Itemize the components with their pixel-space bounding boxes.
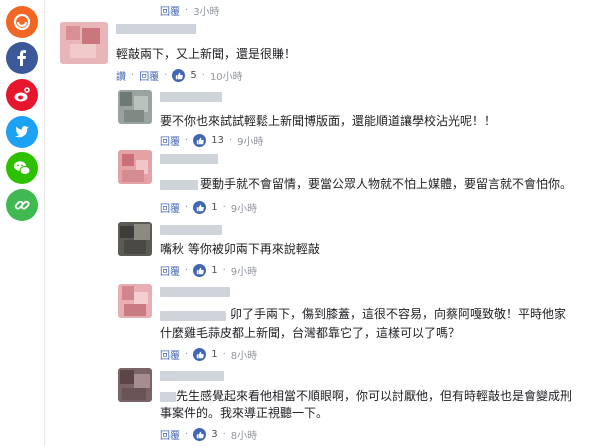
separator: · — [222, 429, 226, 440]
avatar[interactable] — [118, 284, 152, 318]
separator: · — [222, 265, 226, 276]
commenter-name[interactable] — [160, 154, 218, 164]
commenter-name[interactable] — [160, 92, 222, 102]
thumbs-up-icon — [193, 201, 207, 214]
avatar[interactable] — [118, 368, 152, 402]
like-count[interactable]: 3 — [211, 429, 217, 440]
comment-actions: 回覆 · 3 · 8小時 — [160, 427, 257, 442]
wechat-icon[interactable] — [6, 152, 38, 184]
mentioned-name[interactable] — [160, 180, 198, 190]
weibo-alt-icon[interactable] — [6, 6, 38, 38]
link-icon[interactable] — [6, 189, 38, 221]
commenter-name[interactable] — [160, 371, 224, 381]
share-divider — [44, 0, 45, 446]
comment-actions: 回覆 · 13 · 9小時 — [160, 133, 263, 148]
mentioned-name[interactable] — [160, 392, 176, 402]
like-count[interactable]: 13 — [211, 135, 224, 146]
comment-actions: 回覆 · 3小時 — [160, 3, 220, 18]
weibo-icon[interactable] — [6, 79, 38, 111]
like-count[interactable]: 1 — [211, 349, 217, 360]
separator: · — [222, 349, 226, 360]
comment-actions: 讚 · 回覆 · 5 · 10小時 — [116, 68, 243, 83]
timestamp[interactable]: 8小時 — [231, 427, 257, 442]
comment-text-line2: 什麼雞毛蒜皮都上新聞，台灣都靠它了，這樣可以了嗎？ — [160, 326, 461, 340]
like-count[interactable]: 5 — [190, 70, 196, 81]
comment-text: 輕敲兩下，又上新聞，還是很賺！ — [116, 47, 297, 61]
facebook-icon[interactable] — [6, 42, 38, 74]
separator: · — [201, 70, 205, 81]
timestamp[interactable]: 9小時 — [237, 133, 263, 148]
commenter-name[interactable] — [160, 225, 222, 235]
comment-actions: 回覆 · 1 · 8小時 — [160, 347, 257, 362]
reply-link[interactable]: 回覆 — [160, 133, 180, 148]
twitter-icon[interactable] — [6, 116, 38, 148]
comment-actions: 回覆 · 1 · 9小時 — [160, 263, 257, 278]
comment-text: 嘴秋 等你被卯兩下再來說輕敲 — [160, 242, 320, 256]
separator: · — [185, 135, 189, 146]
timestamp[interactable]: 9小時 — [231, 200, 257, 215]
comment-text: 要不你也來試試輕鬆上新聞博版面，還能順道讓學校沾光呢！！ — [160, 114, 497, 128]
separator: · — [185, 5, 189, 16]
timestamp[interactable]: 10小時 — [210, 68, 243, 83]
like-count[interactable]: 1 — [211, 202, 217, 213]
comment-text: 要動手就不會留情，要當公眾人物就不怕上媒體，要留言就不會怕你。 — [200, 177, 573, 191]
comment-text-line1: 先生感覺起來看他相當不順眼啊，你可以討厭他，但有時輕敲也是會變成刑 — [176, 389, 573, 403]
reply-link[interactable]: 回覆 — [160, 263, 180, 278]
thumbs-up-icon — [193, 348, 207, 361]
reply-link[interactable]: 回覆 — [160, 200, 180, 215]
avatar[interactable] — [60, 22, 108, 64]
separator: · — [185, 429, 189, 440]
like-link[interactable]: 讚 — [116, 68, 126, 83]
avatar[interactable] — [118, 90, 152, 124]
separator: · — [185, 265, 189, 276]
timestamp[interactable]: 8小時 — [231, 347, 257, 362]
reply-link[interactable]: 回覆 — [160, 3, 180, 18]
reply-link[interactable]: 回覆 — [160, 347, 180, 362]
commenter-name[interactable] — [116, 24, 196, 34]
thumbs-up-icon — [172, 69, 186, 82]
separator: · — [131, 70, 135, 81]
separator: · — [222, 202, 226, 213]
thumbs-up-icon — [193, 428, 207, 441]
timestamp[interactable]: 9小時 — [231, 263, 257, 278]
reply-link[interactable]: 回覆 — [139, 68, 159, 83]
thumbs-up-icon — [193, 264, 207, 277]
separator: · — [164, 70, 168, 81]
like-count[interactable]: 1 — [211, 265, 217, 276]
separator: · — [185, 349, 189, 360]
comment-text-line2: 事案件的。我來導正視聽一下。 — [160, 406, 329, 420]
comment-actions: 回覆 · 1 · 9小時 — [160, 200, 257, 215]
commenter-name[interactable] — [160, 287, 230, 297]
mentioned-name[interactable] — [160, 311, 226, 321]
separator: · — [228, 135, 233, 146]
timestamp[interactable]: 3小時 — [193, 3, 219, 18]
separator: · — [185, 202, 189, 213]
reply-link[interactable]: 回覆 — [160, 427, 180, 442]
avatar[interactable] — [118, 222, 152, 256]
avatar[interactable] — [118, 150, 152, 184]
comment-text-line1: 卯了手兩下，傷到膝蓋，這很不容易，向蔡阿嘎致敬！平時他家 — [230, 307, 567, 321]
thumbs-up-icon — [193, 134, 207, 147]
